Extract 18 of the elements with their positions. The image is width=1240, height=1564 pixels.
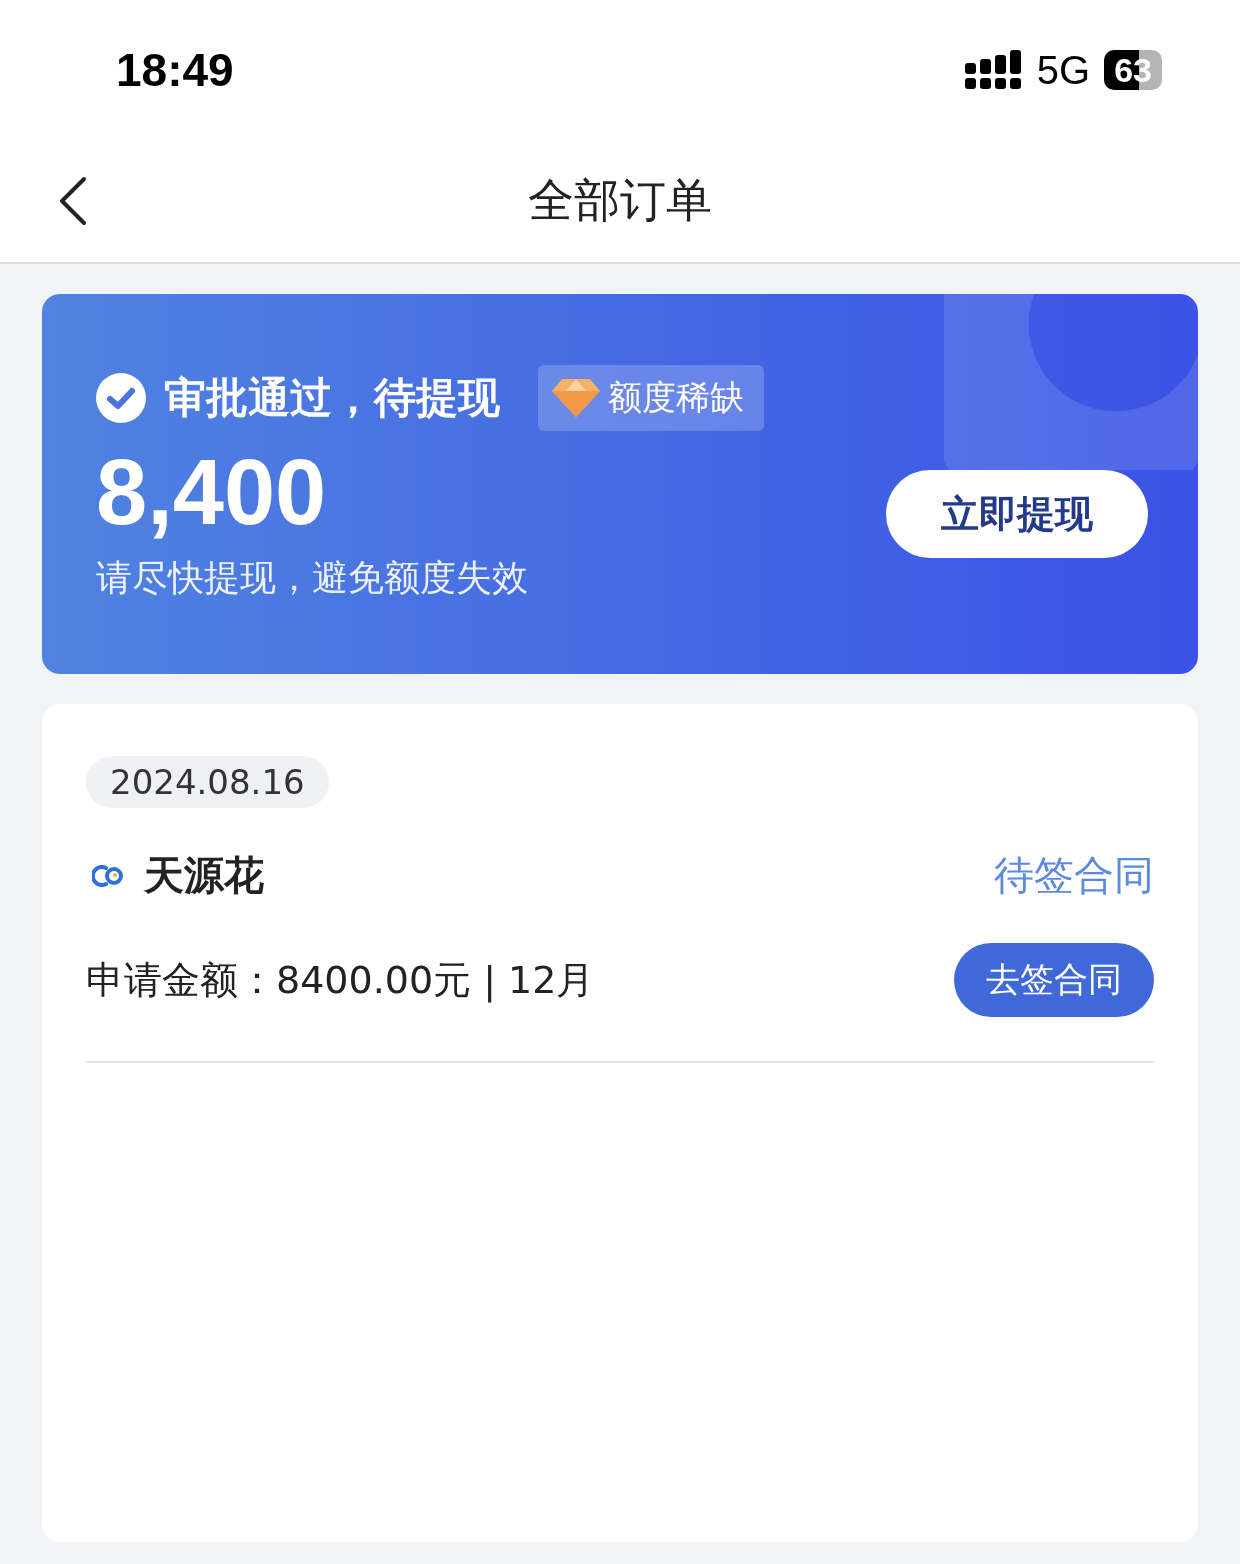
withdraw-button[interactable]: 立即提现 xyxy=(886,470,1148,558)
product-name: 天源花 xyxy=(144,851,264,900)
tag-label: 额度稀缺 xyxy=(608,376,744,420)
status-time: 18:49 xyxy=(116,43,234,97)
network-label: 5G xyxy=(1036,47,1091,93)
credit-amount: 8,400 xyxy=(96,440,328,546)
order-status: 待签合同 xyxy=(994,851,1154,900)
sign-contract-button[interactable]: 去签合同 xyxy=(954,943,1154,1017)
back-icon[interactable] xyxy=(58,176,88,226)
diamond-icon xyxy=(552,379,600,418)
order-summary: 申请金额：8400.00元 | 12月 xyxy=(86,956,595,1005)
signal-icon xyxy=(964,50,1023,90)
page-title: 全部订单 xyxy=(528,172,712,229)
order-date: 2024.08.16 xyxy=(86,756,329,808)
check-icon xyxy=(96,373,146,424)
approval-status: 审批通过，待提现 xyxy=(164,372,500,425)
cloud-logo-icon xyxy=(92,864,124,887)
withdraw-hint: 请尽快提现，避免额度失效 xyxy=(96,555,529,600)
